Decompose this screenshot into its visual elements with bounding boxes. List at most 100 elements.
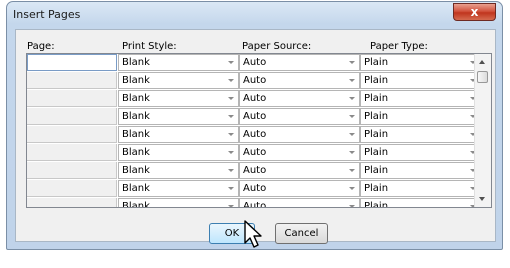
- chevron-down-icon: [349, 133, 355, 136]
- page-number-input[interactable]: [27, 126, 117, 143]
- print-style-select[interactable]: Blank: [118, 72, 239, 89]
- paper-source-select[interactable]: Auto: [239, 198, 360, 208]
- scroll-thumb[interactable]: [477, 71, 488, 83]
- print-style-select-value: Blank: [122, 129, 150, 140]
- chevron-down-icon: [228, 151, 234, 154]
- chevron-down-icon: [349, 205, 355, 207]
- paper-source-select[interactable]: Auto: [239, 54, 360, 71]
- chevron-down-icon: [228, 115, 234, 118]
- paper-type-select[interactable]: Plain: [360, 54, 481, 71]
- table-row: Blank Auto Plain: [27, 126, 481, 144]
- print-style-select-value: Blank: [122, 93, 150, 104]
- paper-source-select[interactable]: Auto: [239, 180, 360, 197]
- paper-type-select[interactable]: Plain: [360, 144, 481, 161]
- print-style-select[interactable]: Blank: [118, 144, 239, 161]
- paper-type-select-value: Plain: [364, 111, 389, 122]
- paper-type-select-value: Plain: [364, 93, 389, 104]
- print-style-select-value: Blank: [122, 201, 150, 208]
- dialog-title: Insert Pages: [13, 8, 81, 21]
- chevron-down-icon: [228, 187, 234, 190]
- page-number-input[interactable]: [27, 180, 117, 197]
- paper-source-select[interactable]: Auto: [239, 144, 360, 161]
- chevron-down-icon: [228, 61, 234, 64]
- paper-source-select-value: Auto: [243, 129, 267, 140]
- print-style-select[interactable]: Blank: [118, 108, 239, 125]
- page-number-input[interactable]: [27, 54, 117, 71]
- scroll-up-icon[interactable]: [479, 60, 485, 64]
- paper-source-select[interactable]: Auto: [239, 72, 360, 89]
- print-style-select[interactable]: Blank: [118, 54, 239, 71]
- print-style-select[interactable]: Blank: [118, 198, 239, 208]
- pages-grid[interactable]: Blank Auto Plain Blank Auto Plain Blank Auto Pla…: [26, 53, 492, 208]
- print-style-select-value: Blank: [122, 75, 150, 86]
- paper-source-select-value: Auto: [243, 147, 267, 158]
- insert-pages-dialog: Insert Pages x Page: Print Style: Paper …: [6, 1, 503, 250]
- column-header-print-style: Print Style:: [122, 41, 177, 52]
- paper-source-select[interactable]: Auto: [239, 162, 360, 179]
- page-number-input[interactable]: [27, 90, 117, 107]
- print-style-select-value: Blank: [122, 111, 150, 122]
- paper-type-select[interactable]: Plain: [360, 198, 481, 208]
- paper-type-select-value: Plain: [364, 129, 389, 140]
- cancel-button[interactable]: Cancel: [275, 223, 328, 244]
- chevron-down-icon: [349, 187, 355, 190]
- chevron-down-icon: [349, 115, 355, 118]
- paper-type-select-value: Plain: [364, 165, 389, 176]
- print-style-select-value: Blank: [122, 183, 150, 194]
- column-header-paper-type: Paper Type:: [370, 41, 428, 52]
- close-button[interactable]: x: [453, 3, 496, 21]
- chevron-down-icon: [228, 79, 234, 82]
- paper-type-select-value: Plain: [364, 201, 389, 208]
- chevron-down-icon: [228, 169, 234, 172]
- vertical-scrollbar[interactable]: [474, 54, 491, 207]
- page-number-input[interactable]: [27, 144, 117, 161]
- table-row: Blank Auto Plain: [27, 180, 481, 198]
- paper-source-select[interactable]: Auto: [239, 90, 360, 107]
- paper-source-select-value: Auto: [243, 111, 267, 122]
- print-style-select-value: Blank: [122, 147, 150, 158]
- paper-type-select[interactable]: Plain: [360, 90, 481, 107]
- paper-type-select[interactable]: Plain: [360, 126, 481, 143]
- paper-source-select-value: Auto: [243, 183, 267, 194]
- paper-type-select[interactable]: Plain: [360, 180, 481, 197]
- print-style-select-value: Blank: [122, 165, 150, 176]
- paper-type-select[interactable]: Plain: [360, 72, 481, 89]
- paper-source-select[interactable]: Auto: [239, 126, 360, 143]
- paper-type-select-value: Plain: [364, 183, 389, 194]
- paper-type-select[interactable]: Plain: [360, 162, 481, 179]
- print-style-select[interactable]: Blank: [118, 126, 239, 143]
- paper-source-select-value: Auto: [243, 57, 267, 68]
- print-style-select-value: Blank: [122, 57, 150, 68]
- close-icon: x: [470, 5, 479, 19]
- column-header-page: Page:: [27, 41, 55, 52]
- column-header-paper-source: Paper Source:: [242, 41, 312, 52]
- table-row: Blank Auto Plain: [27, 90, 481, 108]
- chevron-down-icon: [228, 205, 234, 207]
- page-number-input[interactable]: [27, 162, 117, 179]
- chevron-down-icon: [349, 61, 355, 64]
- chevron-down-icon: [349, 79, 355, 82]
- paper-source-select-value: Auto: [243, 75, 267, 86]
- chevron-down-icon: [349, 169, 355, 172]
- chevron-down-icon: [228, 133, 234, 136]
- chevron-down-icon: [228, 97, 234, 100]
- page-number-input[interactable]: [27, 198, 117, 207]
- paper-source-select-value: Auto: [243, 93, 267, 104]
- table-row: Blank Auto Plain: [27, 72, 481, 90]
- mouse-pointer-icon: [244, 220, 262, 248]
- dialog-content: Page: Print Style: Paper Source: Paper T…: [15, 29, 496, 244]
- scroll-down-icon[interactable]: [479, 197, 485, 201]
- paper-type-select-value: Plain: [364, 75, 389, 86]
- table-row: Blank Auto Plain: [27, 54, 481, 72]
- paper-source-select-value: Auto: [243, 201, 267, 208]
- print-style-select[interactable]: Blank: [118, 162, 239, 179]
- paper-source-select[interactable]: Auto: [239, 108, 360, 125]
- print-style-select[interactable]: Blank: [118, 180, 239, 197]
- table-row: Blank Auto Plain: [27, 108, 481, 126]
- page-number-input[interactable]: [27, 108, 117, 125]
- page-number-input[interactable]: [27, 72, 117, 89]
- chevron-down-icon: [349, 151, 355, 154]
- print-style-select[interactable]: Blank: [118, 90, 239, 107]
- paper-type-select[interactable]: Plain: [360, 108, 481, 125]
- table-row: Blank Auto Plain: [27, 144, 481, 162]
